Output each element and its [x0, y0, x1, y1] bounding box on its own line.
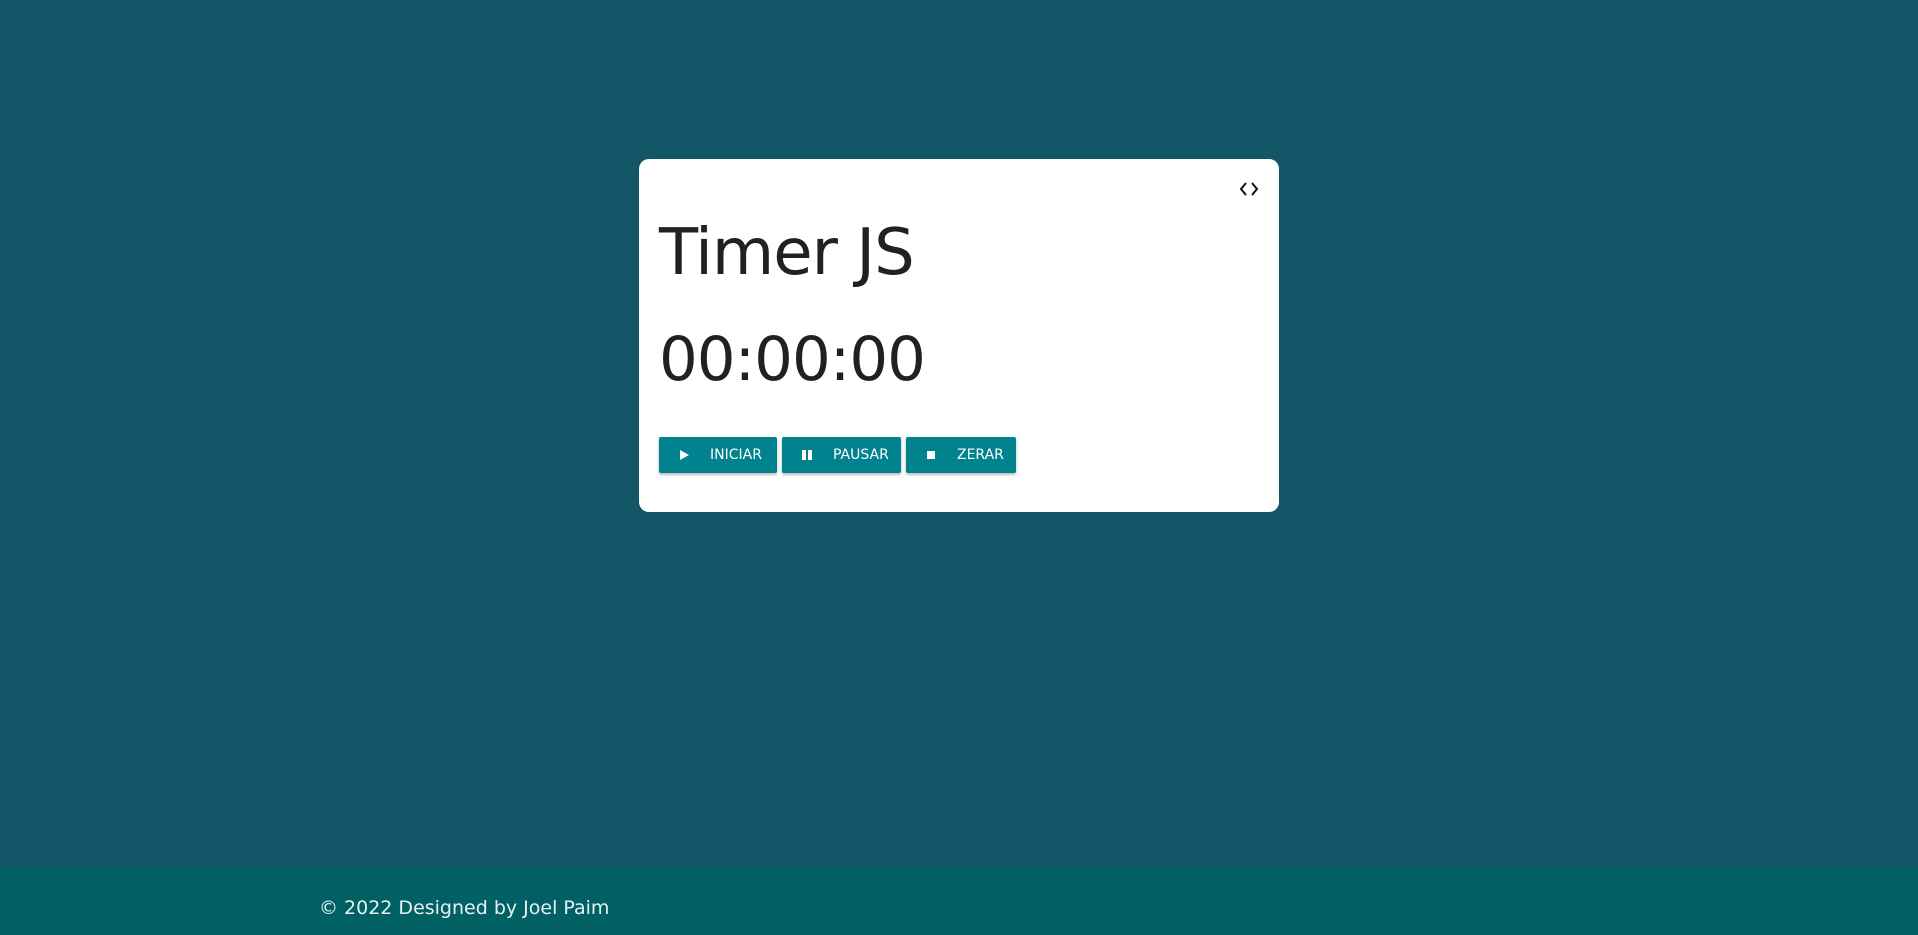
- timer-controls: INICIAR PAUSAR ZERAR: [659, 437, 1016, 473]
- pause-button-label: PAUSAR: [833, 447, 889, 463]
- footer-copyright: © 2022 Designed by Joel Paim: [319, 897, 610, 919]
- timer-display: 00:00:00: [659, 324, 926, 395]
- start-button-label: INICIAR: [710, 447, 762, 463]
- timer-card: Timer JS 00:00:00 INICIAR PAUSAR ZERAR: [639, 159, 1279, 512]
- code-icon[interactable]: [1236, 179, 1262, 199]
- stop-icon: [924, 448, 938, 462]
- start-button[interactable]: INICIAR: [659, 437, 777, 473]
- reset-button-label: ZERAR: [957, 447, 1004, 463]
- page-title: Timer JS: [659, 216, 915, 290]
- play-icon: [677, 448, 691, 462]
- reset-button[interactable]: ZERAR: [906, 437, 1016, 473]
- pause-icon: [800, 448, 814, 462]
- footer: © 2022 Designed by Joel Paim: [0, 867, 1918, 935]
- pause-button[interactable]: PAUSAR: [782, 437, 901, 473]
